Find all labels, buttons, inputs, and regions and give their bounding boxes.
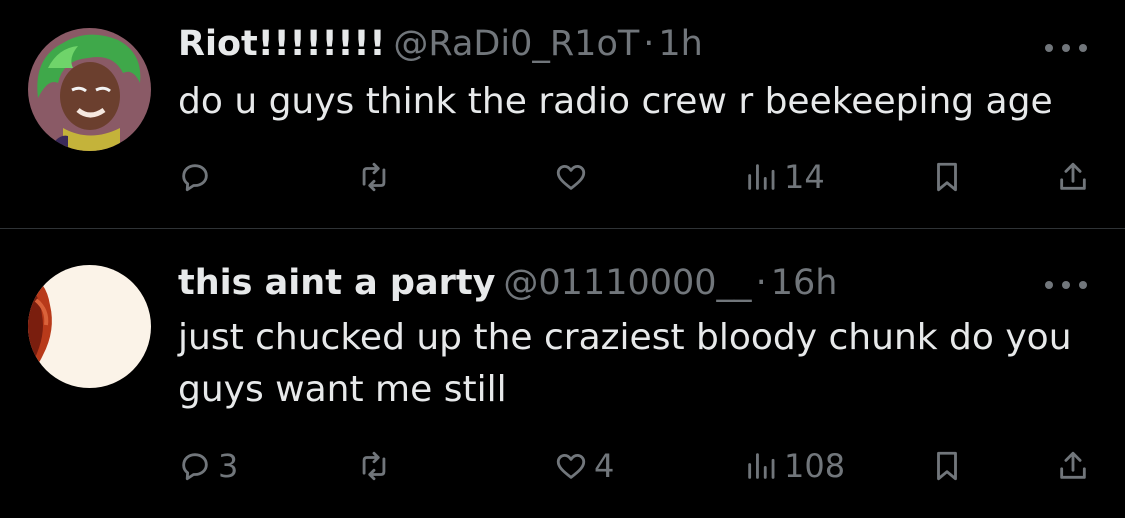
reply-icon <box>182 164 208 192</box>
reply-icon <box>182 453 208 481</box>
like-button[interactable] <box>554 152 594 202</box>
share-icon <box>1060 451 1086 479</box>
heart-icon <box>556 164 586 190</box>
more-icon[interactable] <box>1045 42 1087 54</box>
like-count: 4 <box>594 447 615 485</box>
share-button[interactable] <box>1056 441 1090 491</box>
views-button[interactable]: 108 <box>744 441 845 491</box>
more-icon[interactable] <box>1045 279 1087 291</box>
bookmark-button[interactable] <box>930 441 964 491</box>
avatar[interactable] <box>28 28 151 151</box>
retweet-button[interactable] <box>357 441 397 491</box>
tweet[interactable]: this aint a party @01110000__ · 16h just ch… <box>0 229 1125 518</box>
tweet-header: this aint a party @01110000__ · 16h <box>178 261 837 305</box>
views-button[interactable]: 14 <box>744 152 825 202</box>
separator-dot: · <box>643 24 655 64</box>
action-bar: 3 4 108 <box>0 441 1125 491</box>
separator-dot: · <box>755 263 767 303</box>
tweet-text: just chucked up the craziest bloody chun… <box>178 317 1072 410</box>
bookmark-icon <box>937 451 957 481</box>
view-count: 14 <box>784 158 825 196</box>
bookmark-button[interactable] <box>930 152 964 202</box>
display-name[interactable]: this aint a party <box>178 263 495 303</box>
timestamp[interactable]: 16h <box>771 263 838 303</box>
retweet-icon <box>362 451 386 481</box>
tweet[interactable]: Riot!!!!!!!! @RaDi0_R1oT · 1h do u guys thi… <box>0 0 1125 228</box>
action-bar: 14 <box>0 152 1125 202</box>
tweet-header: Riot!!!!!!!! @RaDi0_R1oT · 1h <box>178 22 703 66</box>
user-handle[interactable]: @RaDi0_R1oT <box>393 24 639 64</box>
tweet-text: do u guys think the radio crew r beekeep… <box>178 81 1053 122</box>
share-button[interactable] <box>1056 152 1090 202</box>
retweet-icon <box>362 162 386 192</box>
retweet-button[interactable] <box>357 152 397 202</box>
heart-icon <box>556 453 586 479</box>
like-button[interactable]: 4 <box>554 441 614 491</box>
views-icon <box>748 164 775 190</box>
view-count: 108 <box>784 447 846 485</box>
avatar[interactable] <box>28 265 151 388</box>
user-handle[interactable]: @01110000__ <box>503 263 751 303</box>
reply-count: 3 <box>218 447 239 485</box>
timestamp[interactable]: 1h <box>658 24 702 64</box>
reply-button[interactable] <box>178 152 218 202</box>
display-name[interactable]: Riot!!!!!!!! <box>178 24 385 64</box>
views-icon <box>748 453 775 479</box>
reply-button[interactable]: 3 <box>178 441 238 491</box>
share-icon <box>1060 162 1086 190</box>
bookmark-icon <box>937 162 957 192</box>
